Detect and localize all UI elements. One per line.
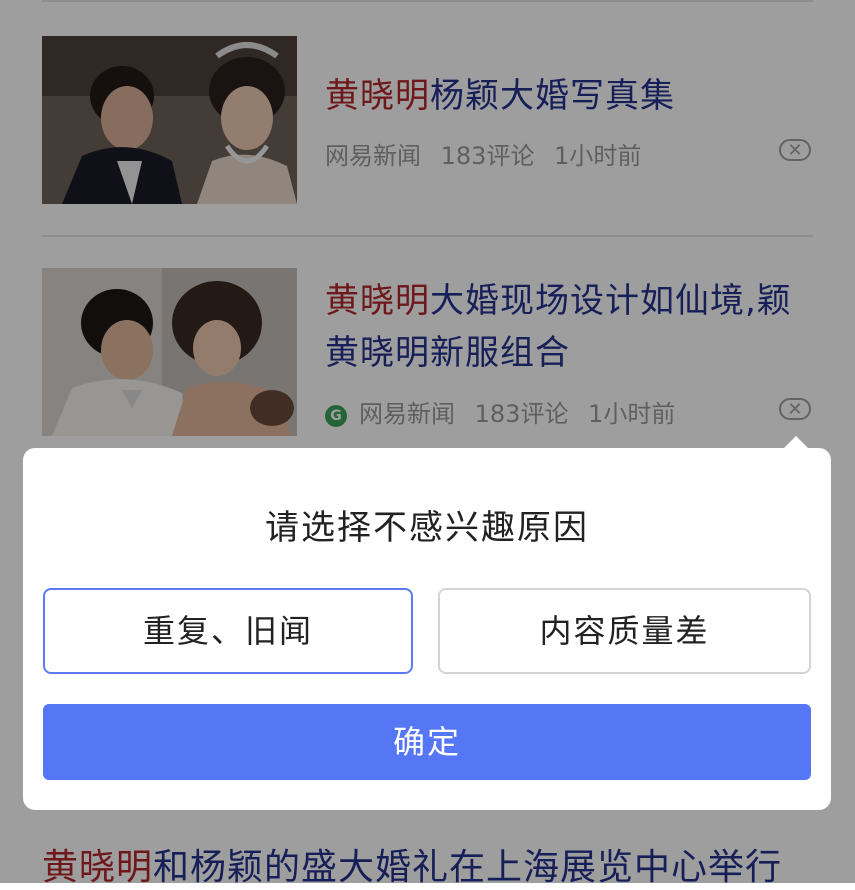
reason-option-low-quality[interactable]: 内容质量差: [438, 588, 811, 674]
confirm-button[interactable]: 确定: [43, 704, 811, 780]
reason-option-duplicate[interactable]: 重复、旧闻: [43, 588, 413, 674]
dialog-title: 请选择不感兴趣原因: [265, 508, 589, 548]
dislike-reason-dialog: 请选择不感兴趣原因 重复、旧闻 内容质量差 确定: [23, 448, 831, 810]
